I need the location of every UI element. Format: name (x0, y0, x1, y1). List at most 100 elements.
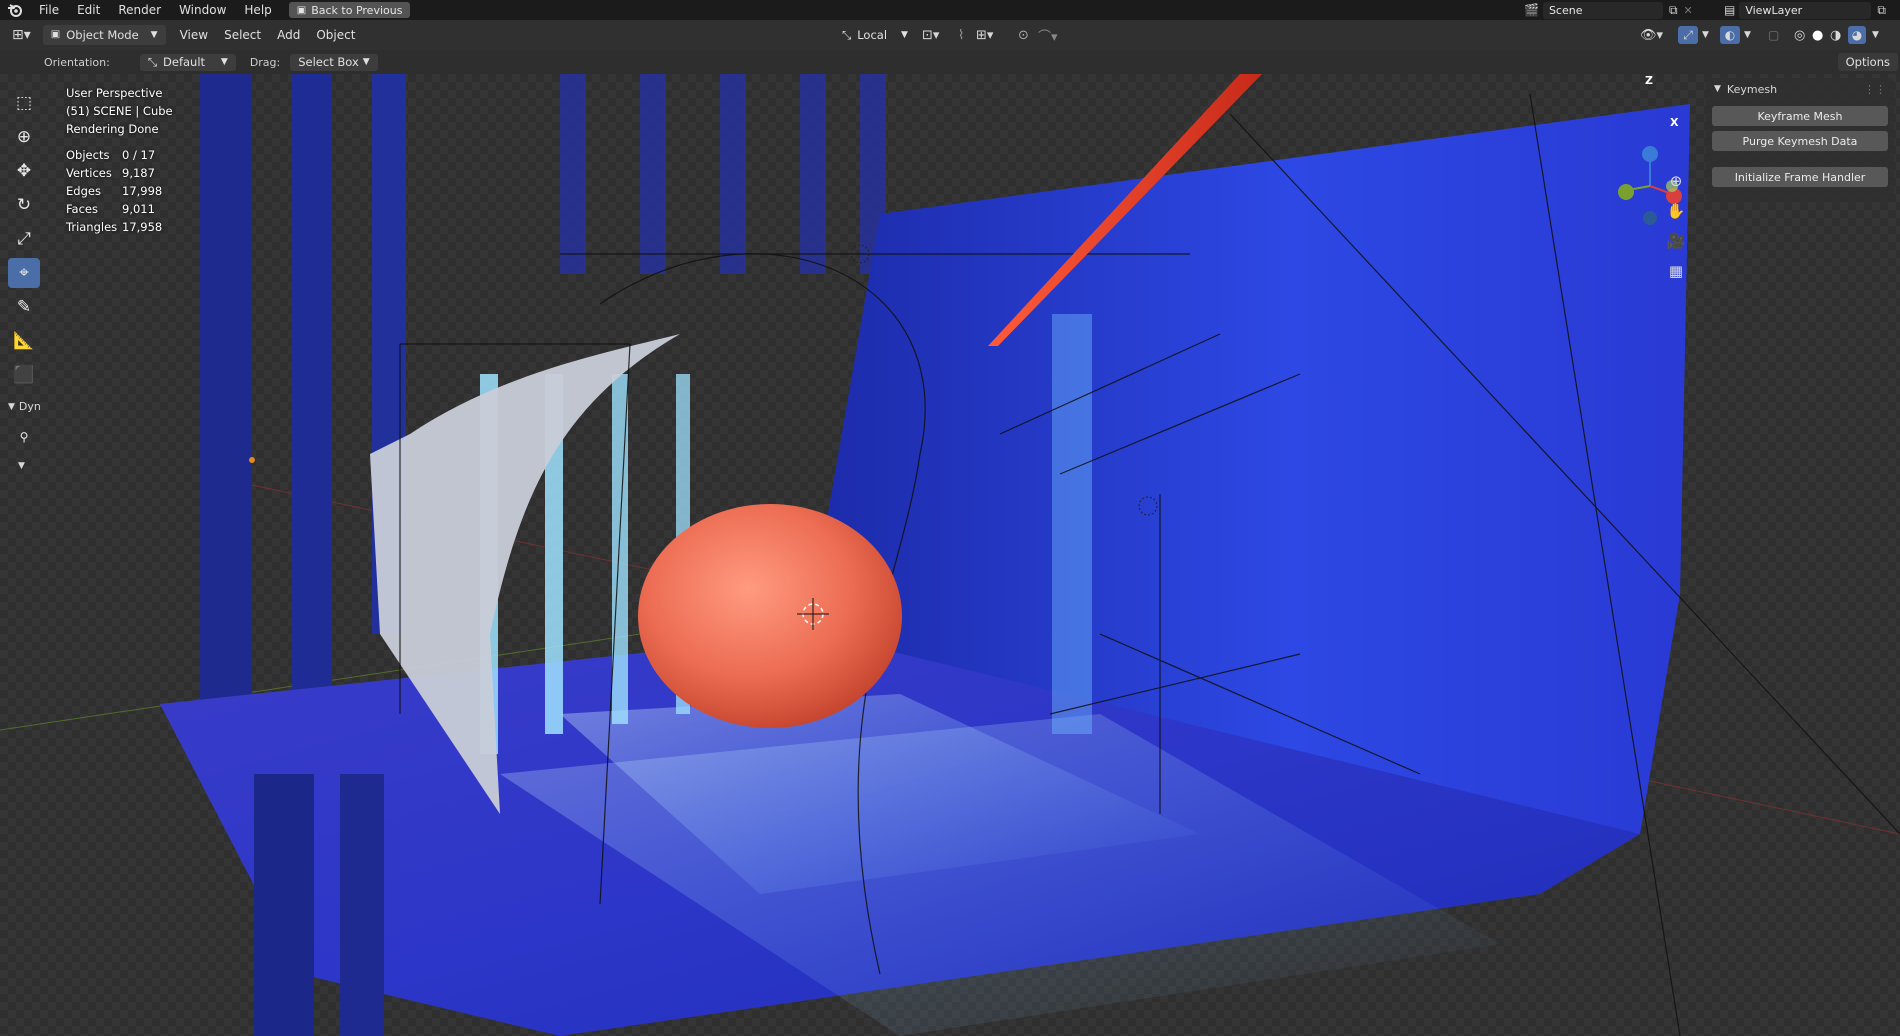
select-box-icon[interactable]: ⬚ (8, 88, 40, 118)
delete-scene-icon[interactable]: ✕ (1684, 4, 1693, 17)
orientation-dropdown[interactable]: ⤡ Default ▼ (139, 53, 236, 71)
new-scene-icon[interactable]: ⧉ (1669, 3, 1678, 18)
stat-row: Edges 17,998 (66, 182, 162, 200)
menu-edit[interactable]: Edit (68, 0, 109, 20)
menu-render[interactable]: Render (109, 0, 170, 20)
stat-label: Faces (66, 202, 98, 216)
chevron-down-icon[interactable]: ▼ (1744, 30, 1751, 40)
chevron-down-icon[interactable]: ▼ (1702, 30, 1709, 40)
orientation-icon: ⤡ (842, 28, 852, 42)
dyn-panel-header[interactable]: ▼ Dyn (8, 400, 48, 413)
gizmo-z-label[interactable]: Z (1645, 74, 1653, 87)
snap-toggle-icon[interactable]: ⌇ (958, 28, 964, 43)
camera-view-icon[interactable]: 🎥 (1663, 228, 1689, 254)
gizmo-toggle-icon[interactable]: ⤢ (1678, 26, 1698, 44)
ortho-grid-icon[interactable]: ▦ (1663, 258, 1689, 284)
viewport-scene (0, 74, 1900, 1036)
chevron-down-icon[interactable]: ▼ (1872, 30, 1879, 40)
viewlayer-name-field[interactable]: ViewLayer (1739, 1, 1872, 19)
menu-add[interactable]: Add (269, 28, 308, 42)
zoom-icon[interactable]: ⊕ (1663, 168, 1689, 194)
purge-keymesh-data-button[interactable]: Purge Keymesh Data (1712, 131, 1888, 151)
render-status: Rendering Done (66, 122, 159, 136)
visibility-icon[interactable]: 👁▾ (1640, 28, 1663, 43)
keymesh-panel-header[interactable]: ▼ Keymesh ⋮⋮ (1706, 78, 1894, 100)
pan-hand-icon[interactable]: ✋ (1663, 198, 1689, 224)
initialize-frame-handler-button[interactable]: Initialize Frame Handler (1712, 167, 1888, 187)
transform-orientation-dropdown[interactable]: ⤡ Local ▼ (834, 25, 916, 45)
cursor-icon[interactable]: ⊕ (8, 122, 40, 152)
stat-value: 17,958 (122, 220, 163, 234)
xray-toggle-icon[interactable]: ▢ (1768, 28, 1779, 42)
scene-icon: 🎬 (1524, 3, 1539, 17)
mode-dropdown[interactable]: ▣ Object Mode ▼ (42, 25, 166, 45)
stat-label: Triangles (66, 220, 118, 234)
drag-dropdown[interactable]: Select Box ▼ (290, 53, 378, 71)
transform-space-label: Local (857, 28, 888, 42)
scale-icon[interactable]: ⤢ (8, 224, 40, 254)
stat-row: Triangles 17,958 (66, 218, 162, 236)
viewport-header: ⊞▾ ▣ Object Mode ▼ View Select Add Objec… (0, 20, 1900, 50)
blender-logo-icon[interactable] (0, 0, 30, 20)
annotate-icon[interactable]: ✎ (8, 292, 40, 322)
scene-name-field[interactable]: Scene (1542, 1, 1663, 19)
menu-file[interactable]: File (30, 0, 68, 20)
scene-statistics: Objects 0 / 17 Vertices 9,187 Edges 17,998 … (66, 146, 162, 236)
chevron-down-icon: ▼ (901, 30, 908, 40)
stat-row: Faces 9,011 (66, 200, 162, 218)
screen-icon: ▣ (296, 4, 307, 16)
falloff-icon[interactable]: ⌒▾ (1038, 26, 1058, 45)
stat-row: Objects 0 / 17 (66, 146, 162, 164)
stat-label: Edges (66, 184, 101, 198)
chevron-down-icon[interactable]: ▼ (18, 461, 48, 471)
chevron-down-icon: ▼ (362, 56, 370, 67)
keyframe-mesh-button[interactable]: Keyframe Mesh (1712, 106, 1888, 126)
rendered-shading-icon[interactable]: ◕ (1848, 26, 1866, 44)
3d-viewport[interactable]: Z X ⊕ ✋ 🎥 ▦ (0, 74, 1900, 1036)
wireframe-shading-icon[interactable]: ◎ (1794, 28, 1805, 43)
orientation-icon: ⤡ (147, 54, 158, 69)
menu-window[interactable]: Window (170, 0, 235, 20)
pivot-point-icon[interactable]: ⊡▾ (922, 28, 939, 43)
scene-selector[interactable]: 🎬 Scene ⧉ ✕ (1524, 1, 1693, 19)
measure-icon[interactable]: 📐 (8, 326, 40, 356)
mode-label: Object Mode (66, 28, 139, 42)
drag-handle-icon[interactable]: ⋮⋮ (1864, 83, 1886, 96)
menu-select[interactable]: Select (216, 28, 269, 42)
menu-view[interactable]: View (172, 28, 216, 42)
snap-target-icon[interactable]: ⊞▾ (976, 28, 993, 43)
chevron-down-icon: ▼ (220, 56, 228, 67)
orientation-label: Orientation: (44, 55, 110, 69)
dynamic-tool-icon[interactable]: ⚲ (8, 417, 40, 457)
tool-settings-bar: Orientation: ⤡ Default ▼ Drag: Select Bo… (0, 50, 1900, 74)
proportional-edit-icon[interactable]: ⊙ (1018, 28, 1029, 43)
rotate-icon[interactable]: ↻ (8, 190, 40, 220)
menu-help[interactable]: Help (235, 0, 280, 20)
options-button[interactable]: Options (1837, 53, 1898, 71)
back-to-previous-label: Back to Previous (311, 3, 403, 17)
move-icon[interactable]: ✥ (8, 156, 40, 186)
chevron-down-icon: ▼ (150, 30, 158, 40)
overlays-toggle-icon[interactable]: ◐ (1720, 26, 1740, 44)
menu-object[interactable]: Object (308, 28, 363, 42)
orientation-value: Default (163, 54, 206, 69)
add-cube-icon[interactable]: ⬛ (8, 360, 40, 390)
stat-row: Vertices 9,187 (66, 164, 162, 182)
stat-label: Objects (66, 148, 110, 162)
editor-type-icon[interactable]: ⊞▾ (12, 27, 31, 43)
new-viewlayer-icon[interactable]: ⧉ (1877, 3, 1886, 18)
back-to-previous-button[interactable]: ▣ Back to Previous (288, 2, 411, 18)
transform-icon[interactable]: ⌖ (8, 258, 40, 288)
dyn-label: Dyn (18, 400, 41, 413)
stat-value: 9,187 (122, 166, 155, 180)
top-menu-bar: File Edit Render Window Help ▣ Back to P… (0, 0, 1900, 20)
material-shading-icon[interactable]: ◑ (1830, 28, 1841, 43)
gizmo-x-label[interactable]: X (1670, 116, 1678, 129)
keymesh-title: Keymesh (1726, 82, 1778, 96)
keymesh-panel: ▼ Keymesh ⋮⋮ Keyframe Mesh Purge Keymesh… (1706, 78, 1894, 202)
viewlayer-selector[interactable]: ▤ ViewLayer ⧉ (1724, 1, 1886, 19)
chevron-down-icon: ▼ (1714, 84, 1721, 94)
collection-name: (51) SCENE | Cube (66, 104, 173, 118)
solid-shading-icon[interactable]: ● (1812, 28, 1823, 43)
viewport-info: User Perspective (51) SCENE | Cube Rende… (66, 84, 173, 138)
